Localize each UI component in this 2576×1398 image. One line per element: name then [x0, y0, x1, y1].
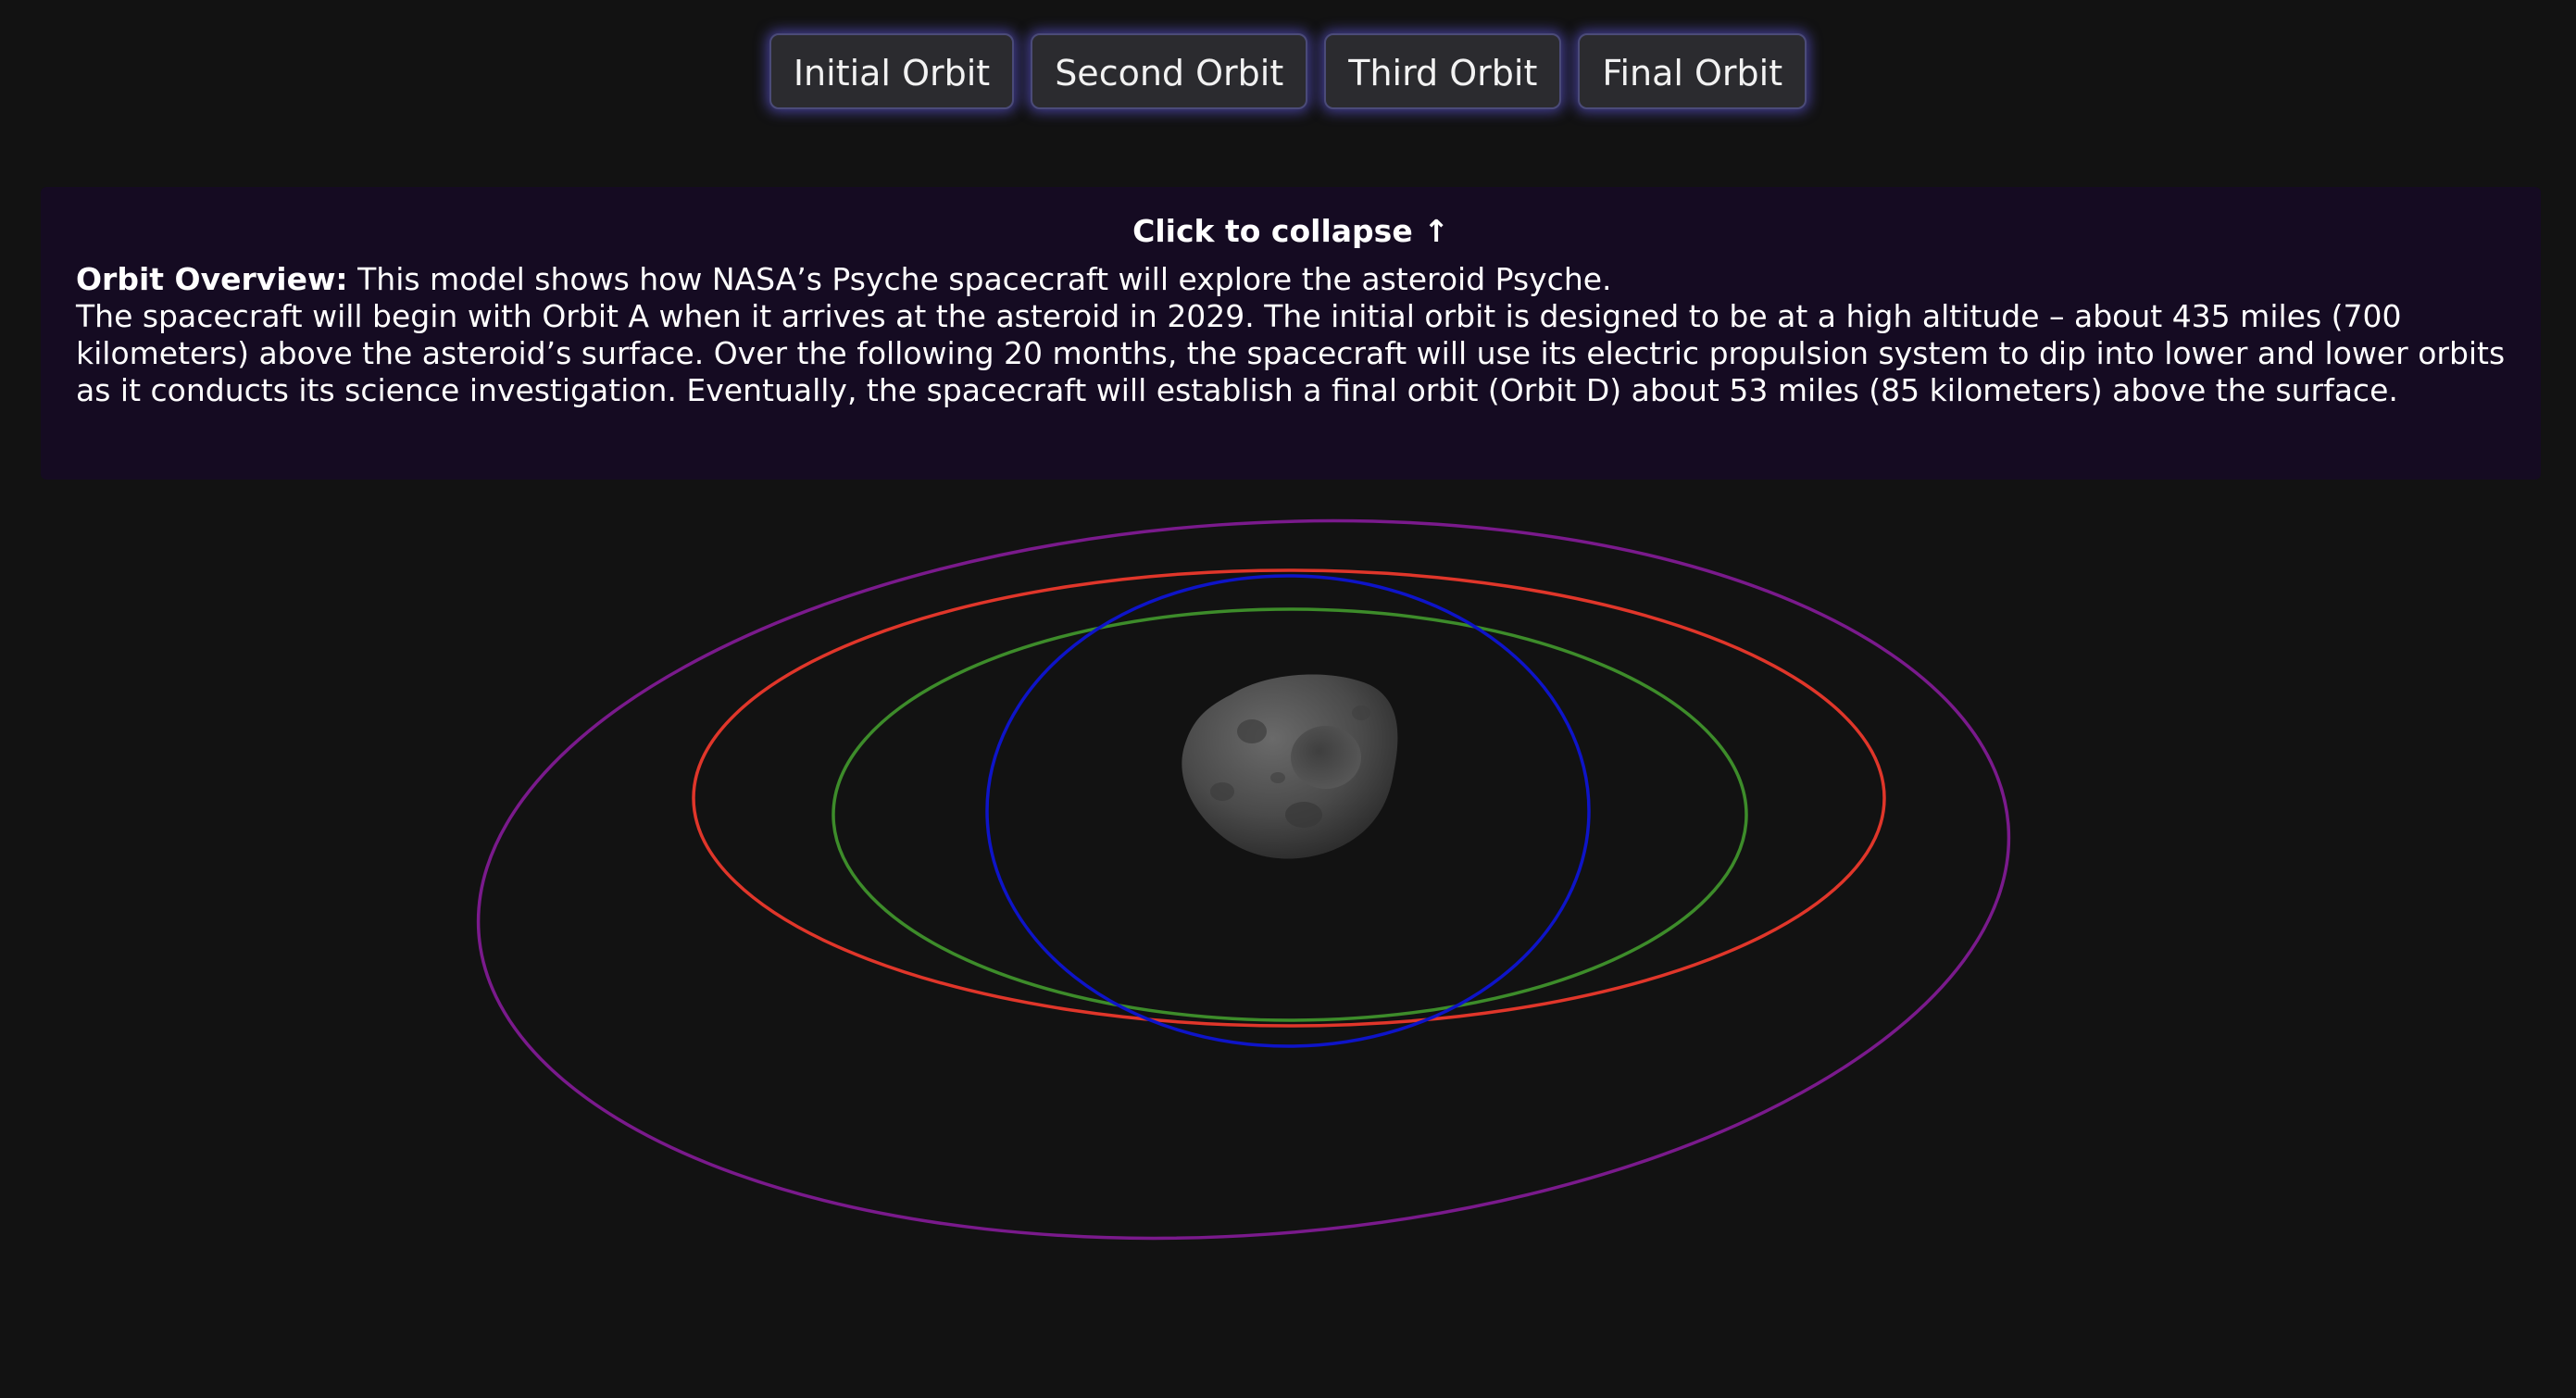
second-orbit-path — [692, 568, 1886, 1028]
third-orbit-path — [832, 607, 1748, 1022]
second-orbit-button[interactable]: Second Orbit — [1031, 33, 1308, 109]
final-orbit-path — [985, 574, 1591, 1048]
overview-label: Orbit Overview: — [76, 261, 348, 297]
third-orbit-button[interactable]: Third Orbit — [1324, 33, 1562, 109]
initial-orbit-path — [476, 518, 2011, 1241]
collapse-toggle[interactable]: Click to collapse ↑ — [76, 209, 2506, 254]
overview-intro: This model shows how NASA’s Psyche space… — [347, 261, 1612, 297]
overview-body: The spacecraft will begin with Orbit A w… — [76, 298, 2506, 408]
asteroid-psyche-icon[interactable] — [1182, 674, 1398, 859]
orbit-nav: Initial Orbit Second Orbit Third Orbit F… — [0, 33, 2576, 109]
overview-text: Orbit Overview: This model shows how NAS… — [76, 261, 2506, 409]
initial-orbit-button[interactable]: Initial Orbit — [769, 33, 1015, 109]
orbit-overview-panel: Click to collapse ↑ Orbit Overview: This… — [41, 187, 2541, 480]
final-orbit-button[interactable]: Final Orbit — [1578, 33, 1807, 109]
